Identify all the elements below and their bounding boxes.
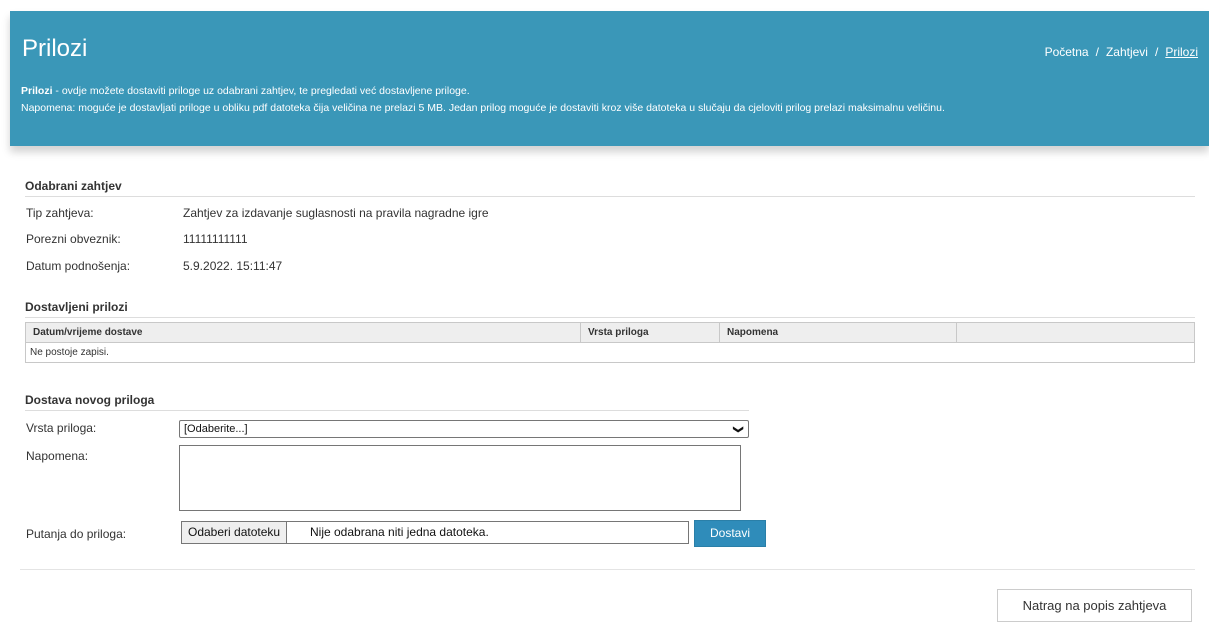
page-title: Prilozi <box>22 35 88 62</box>
choose-file-button[interactable]: Odaberi datoteku <box>182 522 288 543</box>
column-header-note[interactable]: Napomena <box>719 322 957 343</box>
divider <box>20 569 1195 570</box>
note-label: Napomena: <box>26 449 89 463</box>
request-type-value: Zahtjev za izdavanje suglasnosti na prav… <box>183 206 489 220</box>
file-input[interactable]: Odaberi datoteku Nije odabrana niti jedn… <box>181 521 689 544</box>
new-attachment-heading: Dostava novog priloga <box>25 393 749 411</box>
chevron-down-icon: ❯ <box>732 425 744 434</box>
note-textarea[interactable] <box>179 445 741 511</box>
table-row: Ne postoje zapisi. <box>26 343 1195 363</box>
intro-line: Prilozi - ovdje možete dostaviti priloge… <box>21 83 945 100</box>
attachment-type-label: Vrsta priloga: <box>26 421 97 435</box>
delivered-attachments-heading: Dostavljeni prilozi <box>25 300 1195 318</box>
page-header: Prilozi Početna / Zahtjevi / Prilozi Prilozi… <box>10 11 1209 146</box>
table-header-row: Datum/vrijeme dostave Vrsta priloga Napo… <box>25 322 1195 343</box>
column-header-actions <box>956 322 1195 343</box>
request-type-label: Tip zahtjeva: <box>26 206 94 220</box>
submit-button[interactable]: Dostavi <box>694 520 766 547</box>
submission-date-value: 5.9.2022. 15:11:47 <box>183 259 283 273</box>
intro-note: Napomena: moguće je dostavljati priloge … <box>21 102 945 114</box>
page-intro: Prilozi - ovdje možete dostaviti priloge… <box>21 83 945 117</box>
intro-text: - ovdje možete dostaviti priloge uz odab… <box>52 85 470 97</box>
selected-request-heading: Odabrani zahtjev <box>25 179 1195 197</box>
file-status-text: Nije odabrana niti jedna datoteka. <box>310 525 489 539</box>
breadcrumb-requests-link[interactable]: Zahtjevi <box>1106 45 1148 59</box>
taxpayer-value: 11111111111 <box>183 232 248 246</box>
column-header-type[interactable]: Vrsta priloga <box>580 322 720 343</box>
submission-date-label: Datum podnošenja: <box>26 259 131 273</box>
attachment-type-select[interactable]: [Odaberite...] ❯ <box>179 420 749 438</box>
intro-bold: Prilozi <box>21 85 53 97</box>
attachment-type-selected-value: [Odaberite...] <box>184 423 248 435</box>
breadcrumb-separator: / <box>1154 45 1159 59</box>
empty-table-message: Ne postoje zapisi. <box>30 347 109 358</box>
breadcrumb: Početna / Zahtjevi / Prilozi <box>1045 45 1198 59</box>
taxpayer-label: Porezni obveznik: <box>26 232 121 246</box>
attachments-table: Datum/vrijeme dostave Vrsta priloga Napo… <box>25 322 1195 363</box>
breadcrumb-separator: / <box>1095 45 1099 59</box>
breadcrumb-home-link[interactable]: Početna <box>1045 45 1089 59</box>
attachment-path-label: Putanja do priloga: <box>26 527 127 541</box>
back-to-requests-button[interactable]: Natrag na popis zahtjeva <box>997 589 1192 622</box>
column-header-datetime[interactable]: Datum/vrijeme dostave <box>25 322 581 343</box>
breadcrumb-current-link[interactable]: Prilozi <box>1165 45 1198 59</box>
